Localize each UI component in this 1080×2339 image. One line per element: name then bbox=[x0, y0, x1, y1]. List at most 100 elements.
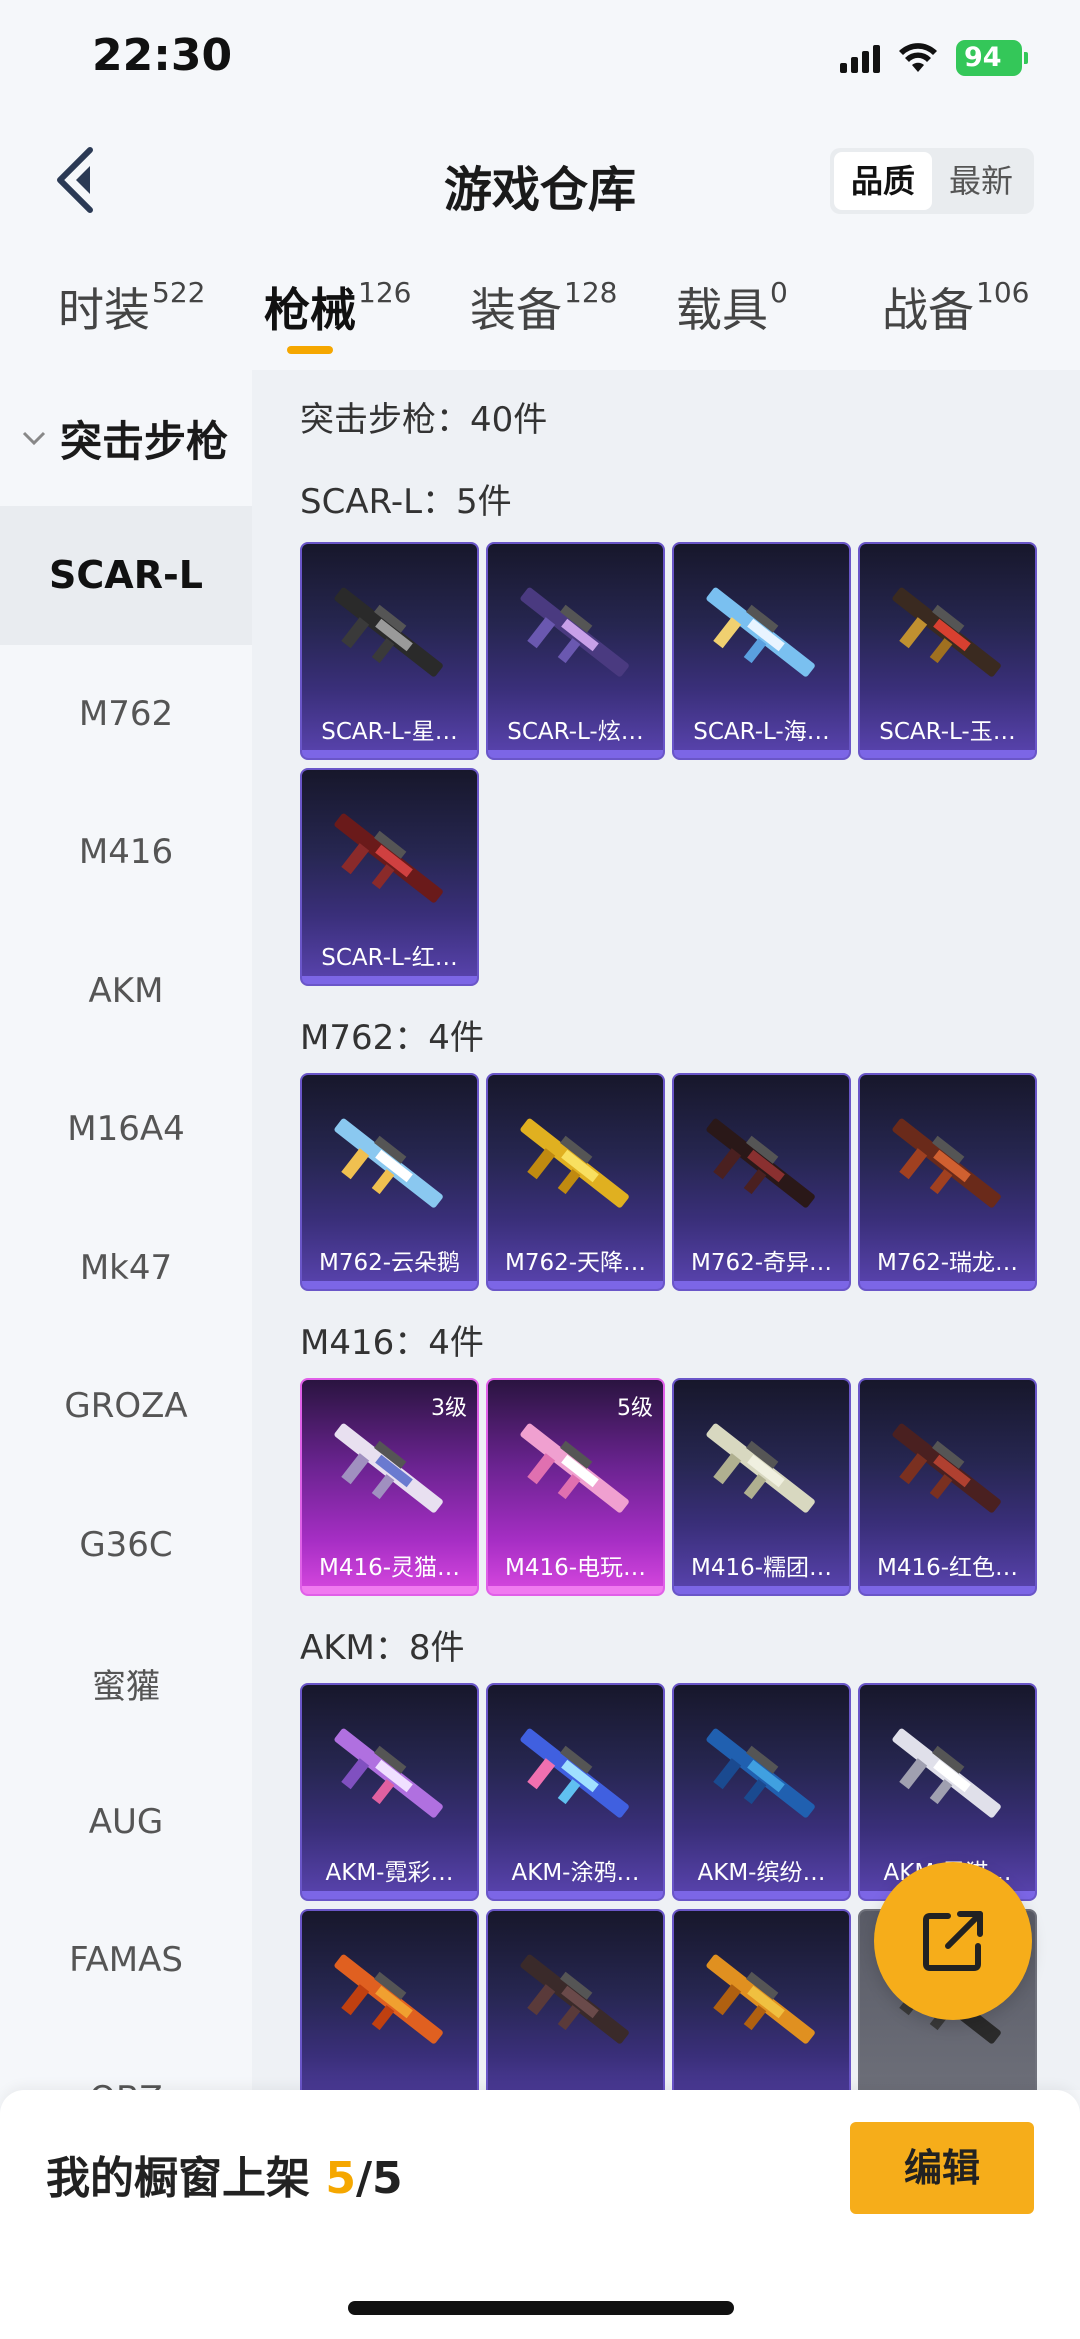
status-bar: 22:30 94 bbox=[0, 0, 1080, 120]
weapon-card[interactable]: SCAR-L-星… bbox=[300, 542, 479, 760]
rifle-icon bbox=[334, 1118, 443, 1208]
sidebar-item-scar-l[interactable]: SCAR-L bbox=[0, 506, 252, 645]
weapon-card[interactable]: AKM-霓彩… bbox=[300, 1683, 479, 1901]
share-external-icon bbox=[923, 1911, 983, 1971]
weapon-card[interactable]: SCAR-L-玉… bbox=[858, 542, 1037, 760]
weapon-card[interactable]: M762-奇异… bbox=[672, 1073, 851, 1291]
home-indicator[interactable] bbox=[348, 2301, 734, 2315]
header: 游戏仓库 品质 最新 bbox=[0, 120, 1080, 240]
sidebar-item-qbz[interactable]: QBZ bbox=[0, 2030, 252, 2090]
rifle-icon bbox=[520, 1118, 629, 1208]
weapon-card[interactable]: SCAR-L-炫… bbox=[486, 542, 665, 760]
rifle-icon bbox=[520, 1728, 629, 1818]
group-title-scar-l: SCAR-L：5件 bbox=[300, 482, 512, 522]
weapon-card-name: M762-云朵鹅 bbox=[318, 1250, 461, 1276]
cellular-signal-icon bbox=[840, 43, 880, 73]
sort-option-newest[interactable]: 最新 bbox=[932, 152, 1030, 210]
sidebar-item-m16a4[interactable]: M16A4 bbox=[0, 1060, 252, 1199]
rifle-icon bbox=[334, 587, 443, 677]
tab-label: 枪械 bbox=[264, 283, 356, 337]
share-fab-button[interactable] bbox=[874, 1862, 1032, 2020]
active-tab-indicator bbox=[287, 346, 333, 354]
tab-label: 时装 bbox=[58, 283, 150, 337]
weapon-card-name: M762-瑞龙… bbox=[876, 1250, 1019, 1276]
chevron-down-icon bbox=[22, 431, 46, 446]
rifle-icon bbox=[892, 1118, 1001, 1208]
weapon-card[interactable]: SCAR-L-海… bbox=[672, 542, 851, 760]
weapon-card[interactable]: SCAR-L-红… bbox=[300, 768, 479, 986]
rifle-icon bbox=[334, 1423, 443, 1513]
showcase-total-count: /5 bbox=[355, 2153, 403, 2204]
category-total: 突击步枪：40件 bbox=[300, 400, 548, 440]
category-tabs: 时装522 枪械126 装备128 载具0 战备106 bbox=[0, 250, 1080, 370]
rifle-icon bbox=[892, 1728, 1001, 1818]
group-title-akm: AKM：8件 bbox=[300, 1628, 465, 1668]
tab-weapons[interactable]: 枪械126 bbox=[264, 274, 411, 340]
weapon-card-name: AKM-涂鸦… bbox=[511, 1860, 640, 1886]
weapon-card[interactable]: M416-糯团… bbox=[672, 1378, 851, 1596]
weapon-card[interactable]: M416-红色… bbox=[858, 1378, 1037, 1596]
weapon-card[interactable]: M762-天降… bbox=[486, 1073, 665, 1291]
rifle-icon bbox=[334, 1728, 443, 1818]
weapon-card-name: M416-灵猫… bbox=[318, 1555, 461, 1581]
sidebar-item-m762[interactable]: M762 bbox=[0, 645, 252, 784]
weapon-card[interactable] bbox=[486, 1909, 665, 2090]
rifle-icon bbox=[892, 587, 1001, 677]
tab-count: 522 bbox=[152, 275, 206, 309]
sidebar-item-honey-badger[interactable]: 蜜獾 bbox=[0, 1614, 252, 1753]
weapon-card-name: SCAR-L-海… bbox=[693, 719, 830, 745]
tab-label: 战备 bbox=[882, 283, 974, 337]
rifle-icon bbox=[334, 813, 443, 903]
showcase-status: 我的橱窗上架 5/5 bbox=[46, 2142, 403, 2206]
rifle-icon bbox=[706, 1118, 815, 1208]
weapon-card-name: SCAR-L-星… bbox=[321, 719, 458, 745]
tab-count: 106 bbox=[976, 275, 1030, 309]
tab-count: 126 bbox=[358, 275, 412, 309]
weapon-card[interactable]: M762-瑞龙… bbox=[858, 1073, 1037, 1291]
rifle-icon bbox=[706, 1728, 815, 1818]
sidebar-item-akm[interactable]: AKM bbox=[0, 922, 252, 1061]
weapon-card-name: M416-红色… bbox=[876, 1555, 1019, 1581]
sidebar-item-m416[interactable]: M416 bbox=[0, 783, 252, 922]
rifle-icon bbox=[892, 1423, 1001, 1513]
weapon-card[interactable] bbox=[300, 1909, 479, 2090]
rifle-icon bbox=[706, 1954, 815, 2044]
edit-button[interactable]: 编辑 bbox=[850, 2122, 1034, 2214]
rifle-icon bbox=[520, 587, 629, 677]
sort-toggle: 品质 最新 bbox=[830, 148, 1034, 214]
weapon-card-name: SCAR-L-玉… bbox=[879, 719, 1016, 745]
weapon-card[interactable]: AKM-缤纷… bbox=[672, 1683, 851, 1901]
showcase-current-count: 5 bbox=[325, 2153, 356, 2204]
rifle-icon bbox=[334, 1954, 443, 2044]
weapon-grid: 突击步枪：40件 SCAR-L：5件 SCAR-L-星… SCAR-L-炫… S… bbox=[252, 370, 1080, 2090]
tab-supplies[interactable]: 战备106 bbox=[882, 274, 1029, 340]
showcase-label: 我的橱窗上架 bbox=[46, 2153, 310, 2204]
weapon-card-name: AKM-缤纷… bbox=[697, 1860, 826, 1886]
weapon-card[interactable]: AKM-涂鸦… bbox=[486, 1683, 665, 1901]
weapon-card-name: SCAR-L-红… bbox=[321, 945, 458, 971]
tab-label: 载具 bbox=[676, 283, 768, 337]
sort-option-quality[interactable]: 品质 bbox=[834, 152, 932, 210]
status-time: 22:30 bbox=[92, 30, 233, 81]
tab-count: 0 bbox=[770, 275, 788, 309]
weapon-card[interactable]: 3级 M416-灵猫… bbox=[300, 1378, 479, 1596]
weapon-card[interactable]: 5级 M416-电玩… bbox=[486, 1378, 665, 1596]
sidebar-item-mk47[interactable]: Mk47 bbox=[0, 1199, 252, 1338]
weapon-card[interactable] bbox=[672, 1909, 851, 2090]
tab-equipment[interactable]: 装备128 bbox=[470, 274, 617, 340]
tab-label: 装备 bbox=[470, 283, 562, 337]
battery-icon: 94 bbox=[956, 40, 1028, 76]
status-icons: 94 bbox=[840, 40, 1028, 76]
sidebar-category-header[interactable]: 突击步枪 bbox=[0, 370, 252, 506]
sidebar-item-groza[interactable]: GROZA bbox=[0, 1337, 252, 1476]
weapon-card[interactable]: M762-云朵鹅 bbox=[300, 1073, 479, 1291]
group-title-m416: M416：4件 bbox=[300, 1323, 484, 1363]
sidebar-category-label: 突击步枪 bbox=[60, 416, 229, 466]
weapon-card-name: M762-天降… bbox=[504, 1250, 647, 1276]
wifi-icon bbox=[899, 43, 937, 72]
tab-outfits[interactable]: 时装522 bbox=[58, 274, 205, 340]
sidebar-item-g36c[interactable]: G36C bbox=[0, 1476, 252, 1615]
sidebar-item-aug[interactable]: AUG bbox=[0, 1753, 252, 1892]
tab-vehicles[interactable]: 载具0 bbox=[676, 274, 788, 340]
sidebar-item-famas[interactable]: FAMAS bbox=[0, 1891, 252, 2030]
